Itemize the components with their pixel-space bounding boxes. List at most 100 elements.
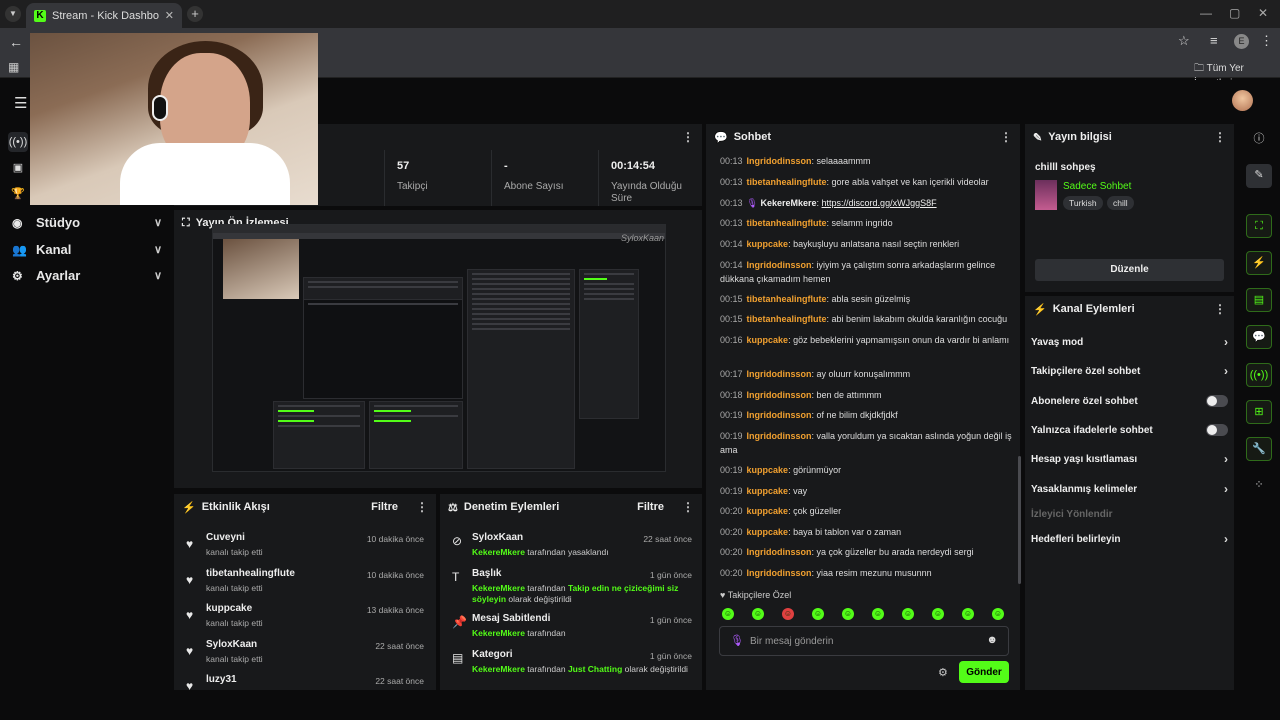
browser-tab[interactable]: K Stream - Kick Dashboard ✕ <box>26 3 182 28</box>
subscribers-only-toggle[interactable] <box>1206 395 1228 407</box>
back-arrow-icon[interactable]: ← <box>9 34 23 50</box>
broadcast-toggle-icon[interactable]: ((•)) <box>1246 363 1272 387</box>
chat-settings-gear-icon[interactable]: ⚙ <box>938 666 948 679</box>
chat-username[interactable]: Ingridodinsson <box>747 431 812 441</box>
chat-username[interactable]: tibetanhealingflute <box>747 314 827 324</box>
kebab-menu-icon[interactable]: ⋮ <box>682 500 694 514</box>
emote-icon[interactable]: ☺ <box>782 608 794 620</box>
emote-icon[interactable]: ☺ <box>812 608 824 620</box>
kebab-menu-icon[interactable]: ⋮ <box>416 500 428 514</box>
moderation-item[interactable]: ▤ Kategori 1 gün önce KekereMkere tarafı… <box>450 649 694 681</box>
hamburger-menu-icon[interactable]: ☰ <box>14 94 27 112</box>
followers-only-row[interactable]: Takipçilere özel sohbet › <box>1031 360 1228 382</box>
chat-toggle-icon[interactable]: 💬 <box>1246 325 1272 349</box>
set-goals-row[interactable]: Hedefleri belirleyin › <box>1031 528 1228 550</box>
nav-stream-icon[interactable]: ((•)) <box>8 132 28 152</box>
chat-username[interactable]: Ingridodinsson <box>747 390 812 400</box>
chat-link[interactable]: https://discord.gg/xWJggS8F <box>822 198 937 208</box>
chat-username[interactable]: kuppcake <box>747 335 789 345</box>
chat-username[interactable]: kuppcake <box>747 239 789 249</box>
maximize-icon[interactable]: ▢ <box>1229 6 1240 20</box>
send-button[interactable]: Gönder <box>959 661 1009 683</box>
stream-preview-video[interactable]: SyloxKaan <box>212 224 666 472</box>
kebab-menu-icon[interactable]: ⋮ <box>682 130 694 144</box>
activity-item[interactable]: ♥ Cuveyni kanalı takip etti 10 dakika ön… <box>184 532 426 566</box>
kebab-menu-icon[interactable]: ⋮ <box>1214 130 1226 144</box>
emote-icon[interactable]: ☺ <box>722 608 734 620</box>
browser-menu-icon[interactable]: ⋮ <box>1260 33 1273 49</box>
chat-username[interactable]: Ingridodinsson <box>747 568 812 578</box>
category-name[interactable]: Sadece Sohbet <box>1063 181 1131 192</box>
nav-dashboard-icon[interactable]: ▣ <box>8 158 28 178</box>
activity-toggle-icon[interactable]: ⚡ <box>1246 251 1272 275</box>
apps-grid-icon[interactable]: ▦ <box>8 60 19 74</box>
new-tab-icon[interactable]: + <box>187 6 203 22</box>
chat-input-box[interactable]: 🎙 ☻ <box>719 626 1009 656</box>
chat-username[interactable]: KekereMkere <box>760 198 816 208</box>
nav-item-settings[interactable]: ⚙ Ayarlar ∨ <box>12 268 162 283</box>
emote-icon[interactable]: ☺ <box>842 608 854 620</box>
slow-mode-row[interactable]: Yavaş mod › <box>1031 331 1228 353</box>
chat-username[interactable]: Ingridodinsson <box>747 369 812 379</box>
chat-username[interactable]: Ingridodinsson <box>747 547 812 557</box>
edit-button[interactable]: Düzenle <box>1035 259 1224 281</box>
banned-words-row[interactable]: Yasaklanmış kelimeler › <box>1031 478 1228 500</box>
chat-username[interactable]: Ingridodinsson <box>747 410 812 420</box>
moderation-filter-button[interactable]: Filtre <box>637 501 664 513</box>
chat-username[interactable]: tibetanhealingflute <box>747 294 827 304</box>
chat-text: : baya bi tablon var o zaman <box>788 527 902 537</box>
activity-filter-button[interactable]: Filtre <box>371 501 398 513</box>
apps-icon[interactable]: ⁘ <box>1246 474 1272 498</box>
minimize-icon[interactable]: — <box>1200 6 1212 20</box>
heart-icon: ♥ <box>186 573 194 587</box>
nav-item-channel[interactable]: 👥 Kanal ∨ <box>12 242 162 257</box>
emote-icon[interactable]: ☺ <box>962 608 974 620</box>
emote-icon[interactable]: ☺ <box>992 608 1004 620</box>
emoji-picker-icon[interactable]: ☻ <box>986 634 998 646</box>
media-controls-icon[interactable]: ≡ <box>1210 33 1218 48</box>
chat-scrollbar[interactable] <box>1018 456 1021 584</box>
kebab-menu-icon[interactable]: ⋮ <box>1000 130 1012 144</box>
bookmark-star-icon[interactable]: ☆ <box>1178 33 1190 49</box>
tools-toggle-icon[interactable]: 🔧 <box>1246 437 1272 461</box>
kebab-menu-icon[interactable]: ⋮ <box>1214 302 1226 316</box>
activity-desc: kanalı takip etti <box>206 618 263 628</box>
emote-only-toggle[interactable] <box>1206 424 1228 436</box>
profile-icon[interactable]: E <box>1234 34 1249 49</box>
emote-icon[interactable]: ☺ <box>752 608 764 620</box>
nav-trophy-icon[interactable]: 🏆 <box>8 184 28 204</box>
emote-icon[interactable]: ☺ <box>932 608 944 620</box>
moderation-toggle-icon[interactable]: ⊞ <box>1246 400 1272 424</box>
notes-toggle-icon[interactable]: ▤ <box>1246 288 1272 312</box>
info-icon[interactable]: ⓘ <box>1246 128 1272 152</box>
tab-search-icon[interactable]: ▼ <box>5 6 21 22</box>
moderation-item[interactable]: 📌 Mesaj Sabitlendi 1 gün önce KekereMker… <box>450 613 694 643</box>
user-avatar[interactable] <box>1232 90 1253 111</box>
chat-message-input[interactable] <box>750 633 970 649</box>
window-close-icon[interactable]: ✕ <box>1258 6 1268 20</box>
activity-item[interactable]: ♥ kuppcake kanalı takip etti 13 dakika ö… <box>184 603 426 637</box>
chat-username[interactable]: kuppcake <box>747 527 789 537</box>
moderation-item[interactable]: ⊘ SyloxKaan 22 saat önce KekereMkere tar… <box>450 532 694 564</box>
activity-item[interactable]: ♥ SyloxKaan kanalı takip etti 22 saat ön… <box>184 639 426 673</box>
chat-message: 00:14 Ingridodinsson: iyiyim ya çalıştım … <box>720 258 1012 286</box>
chat-username[interactable]: kuppcake <box>747 486 789 496</box>
chat-username[interactable]: kuppcake <box>747 465 789 475</box>
nav-item-studio[interactable]: ◉ Stüdyo ∨ <box>12 215 162 230</box>
chat-username[interactable]: Ingridodinsson <box>747 260 812 270</box>
emote-icon[interactable]: ☺ <box>902 608 914 620</box>
activity-item[interactable]: ♥ tibetanhealingflute kanalı takip etti … <box>184 568 426 602</box>
chat-username[interactable]: tibetanhealingflute <box>747 177 827 187</box>
tab-close-icon[interactable]: ✕ <box>165 9 174 22</box>
edit-pencil-icon[interactable]: ✎ <box>1246 164 1272 188</box>
preview-toggle-icon[interactable]: ⛶ <box>1246 214 1272 238</box>
activity-item[interactable]: ♥ luzy31 22 saat önce <box>184 674 426 690</box>
chat-title: Sohbet <box>733 131 771 143</box>
moderation-item[interactable]: T Başlık 1 gün önce KekereMkere tarafınd… <box>450 568 694 608</box>
chat-username[interactable]: kuppcake <box>747 506 789 516</box>
microphone-icon[interactable]: 🎙 <box>730 634 744 647</box>
emote-icon[interactable]: ☺ <box>872 608 884 620</box>
chat-username[interactable]: tibetanhealingflute <box>747 218 827 228</box>
account-age-row[interactable]: Hesap yaşı kısıtlaması › <box>1031 448 1228 470</box>
chat-username[interactable]: Ingridodinsson <box>747 156 812 166</box>
